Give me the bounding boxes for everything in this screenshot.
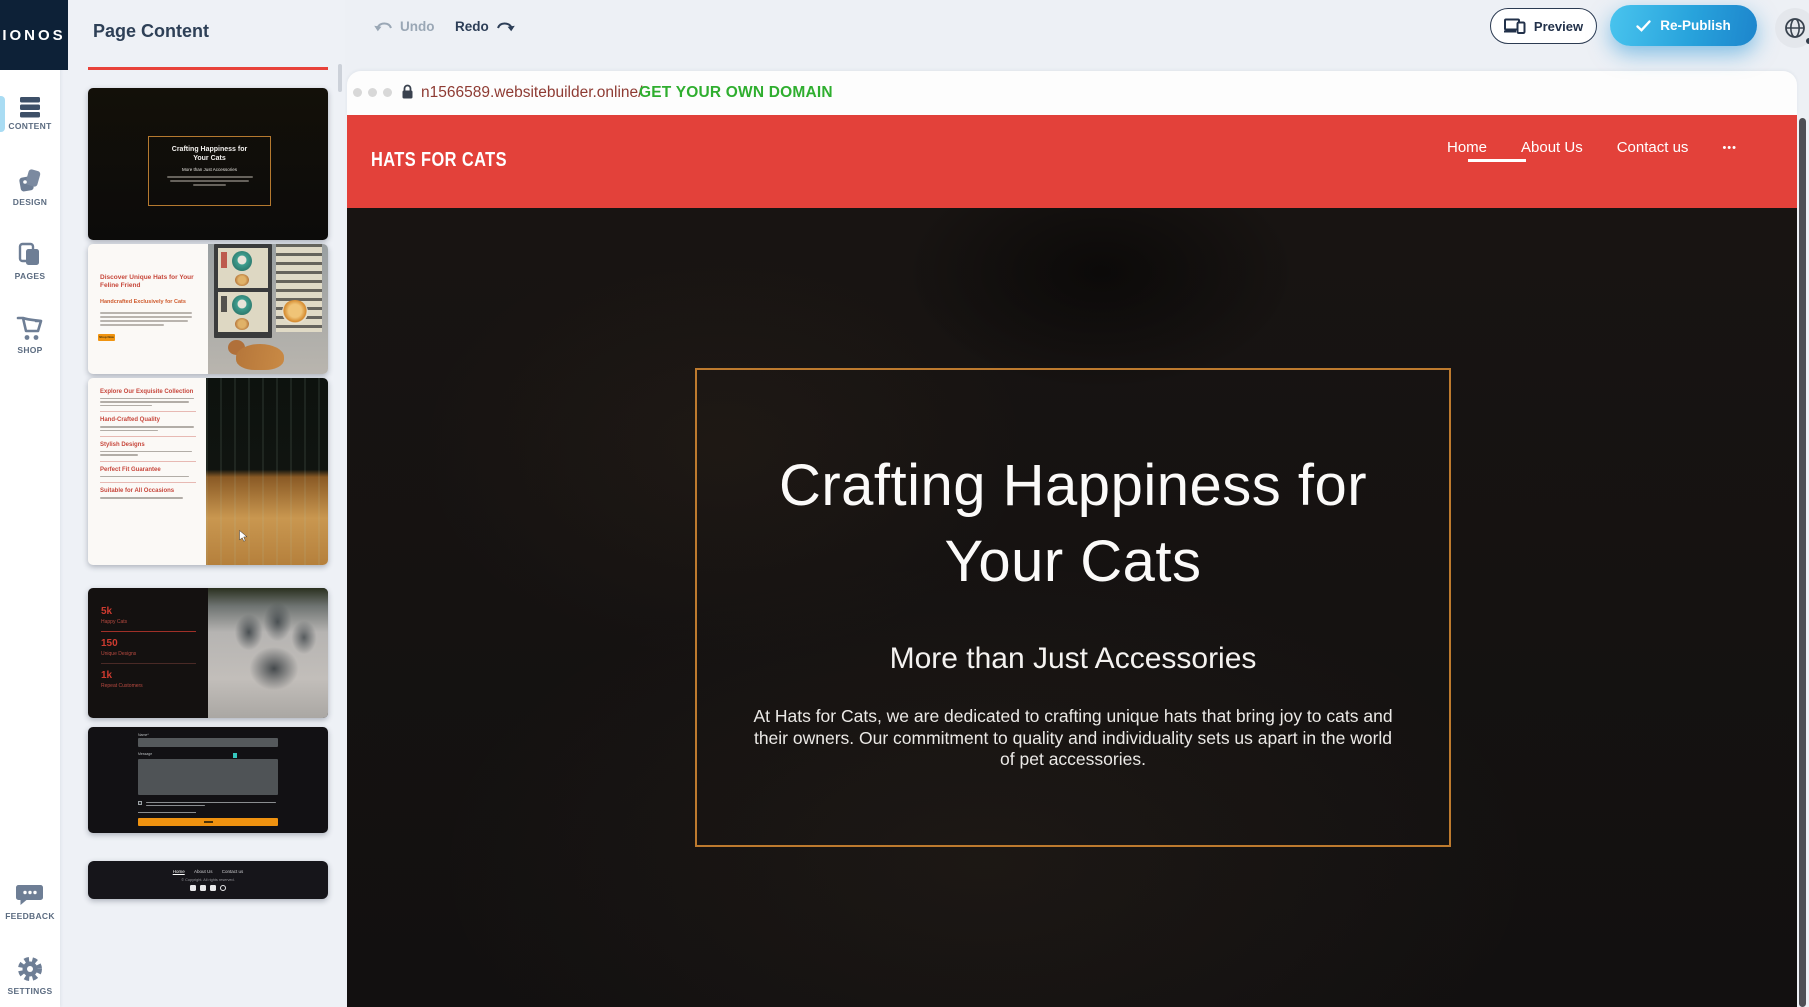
check-icon <box>1636 20 1651 32</box>
form-caret-mark <box>233 753 237 758</box>
section-thumb-intro[interactable]: Discover Unique Hats for Your Feline Fri… <box>88 244 328 374</box>
thumb-hero-text-box: Crafting Happiness for Your Cats More th… <box>148 136 271 206</box>
nav-more-icon[interactable]: ••• <box>1722 142 1737 154</box>
placeholder-text-lines <box>146 800 276 806</box>
sidebar-item-settings[interactable]: SETTINGS <box>0 955 60 996</box>
settings-gear-icon <box>16 955 44 983</box>
hero-title: Crafting Happiness for Your Cats <box>697 448 1449 600</box>
panel-scrollbar[interactable] <box>338 64 342 92</box>
nav-about[interactable]: About Us <box>1521 139 1583 156</box>
app-sidebar <box>0 0 60 1007</box>
social-icon <box>220 885 226 891</box>
feedback-chat-icon <box>16 882 44 908</box>
footer-nav: Home About Us Contact us <box>88 869 328 874</box>
thumb-intro-text: Discover Unique Hats for Your Feline Fri… <box>88 244 208 374</box>
devices-icon <box>1504 18 1526 34</box>
thumb-street-cat-photo <box>208 244 328 374</box>
form-name-label: Name* <box>138 733 149 737</box>
editor-scrollbar[interactable] <box>1799 118 1806 1007</box>
undo-label: Undo <box>400 19 435 34</box>
panel-title-divider <box>88 67 328 70</box>
site-hero-section[interactable]: Crafting Happiness for Your Cats More th… <box>347 208 1797 1007</box>
design-icon <box>17 168 43 194</box>
section-thumb-footer[interactable]: Home About Us Contact us © Copyright. Al… <box>88 861 328 899</box>
thumb-stats-text: 5k Happy Cats 150 Unique Designs 1k Repe… <box>88 588 208 718</box>
social-icon <box>200 885 206 891</box>
browser-chrome-bar: n1566589.websitebuilder.online/ GET YOUR… <box>347 71 1797 115</box>
thumb-paw-print-photo <box>208 588 328 718</box>
thumb-cat-fur-photo <box>206 378 328 565</box>
language-globe-button[interactable] <box>1775 8 1809 48</box>
form-submit-button <box>138 818 278 826</box>
placeholder-text-lines <box>100 312 192 326</box>
hero-text-block[interactable]: Crafting Happiness for Your Cats More th… <box>695 368 1451 847</box>
redo-icon <box>496 20 515 34</box>
undo-icon <box>374 20 393 34</box>
form-checkbox <box>138 801 142 805</box>
active-item-indicator <box>0 96 5 132</box>
nav-home[interactable]: Home <box>1447 139 1487 156</box>
panel-title: Page Content <box>93 21 209 42</box>
republish-button[interactable]: Re-Publish <box>1610 5 1757 46</box>
mouse-cursor-icon <box>239 530 248 542</box>
nav-contact[interactable]: Contact us <box>1617 139 1689 156</box>
preview-label: Preview <box>1534 19 1583 34</box>
sidebar-item-shop[interactable]: SHOP <box>0 315 60 355</box>
sidebar-item-pages[interactable]: PAGES <box>0 242 60 281</box>
globe-icon <box>1784 17 1806 39</box>
get-domain-link[interactable]: GET YOUR OWN DOMAIN <box>639 84 833 102</box>
social-icon <box>210 885 216 891</box>
footer-social-icons <box>88 885 328 891</box>
undo-button[interactable]: Undo <box>374 19 435 34</box>
site-header[interactable]: HATS FOR CATS Home About Us Contact us •… <box>347 115 1797 208</box>
content-icon <box>18 96 42 118</box>
form-name-input <box>138 738 278 747</box>
nav-home-underline <box>1468 159 1526 162</box>
form-message-textarea <box>138 759 278 795</box>
footer-copyright: © Copyright. All rights reserved. <box>88 878 328 882</box>
section-thumb-hero[interactable]: Crafting Happiness for Your Cats More th… <box>88 88 328 240</box>
form-message-label: Message <box>138 752 152 756</box>
ionos-logo[interactable]: IONOS <box>0 0 68 70</box>
form-note-line <box>138 812 196 813</box>
section-thumb-contact-form[interactable]: Name* Message <box>88 727 328 833</box>
thumb-shop-now-button: Shop Now <box>98 334 115 341</box>
sidebar-item-content[interactable]: CONTENT <box>0 96 60 131</box>
social-icon <box>190 885 196 891</box>
hero-paragraph: At Hats for Cats, we are dedicated to cr… <box>753 706 1393 771</box>
preview-button[interactable]: Preview <box>1490 8 1597 44</box>
redo-label: Redo <box>455 19 489 34</box>
sidebar-item-feedback[interactable]: FEEDBACK <box>0 882 60 921</box>
pages-icon <box>17 242 43 268</box>
site-logo[interactable]: HATS FOR CATS <box>371 149 507 172</box>
redo-button[interactable]: Redo <box>455 19 515 34</box>
lock-icon <box>401 84 414 105</box>
placeholder-text-lines <box>167 176 253 186</box>
site-url: n1566589.websitebuilder.online/ <box>421 84 642 102</box>
thumb-collection-text: Explore Our Exquisite Collection Hand-Cr… <box>88 378 206 565</box>
shop-cart-icon <box>16 315 44 342</box>
window-dots <box>353 88 392 97</box>
sidebar-item-design[interactable]: DESIGN <box>0 168 60 207</box>
ionos-website-builder: n1566589.websitebuilder.online/ GET YOUR… <box>0 0 1809 1007</box>
republish-label: Re-Publish <box>1660 18 1731 33</box>
site-nav: Home About Us Contact us ••• <box>1447 139 1737 156</box>
section-thumb-stats[interactable]: 5k Happy Cats 150 Unique Designs 1k Repe… <box>88 588 328 718</box>
section-thumb-collection[interactable]: Explore Our Exquisite Collection Hand-Cr… <box>88 378 328 565</box>
hero-subtitle: More than Just Accessories <box>697 642 1449 676</box>
